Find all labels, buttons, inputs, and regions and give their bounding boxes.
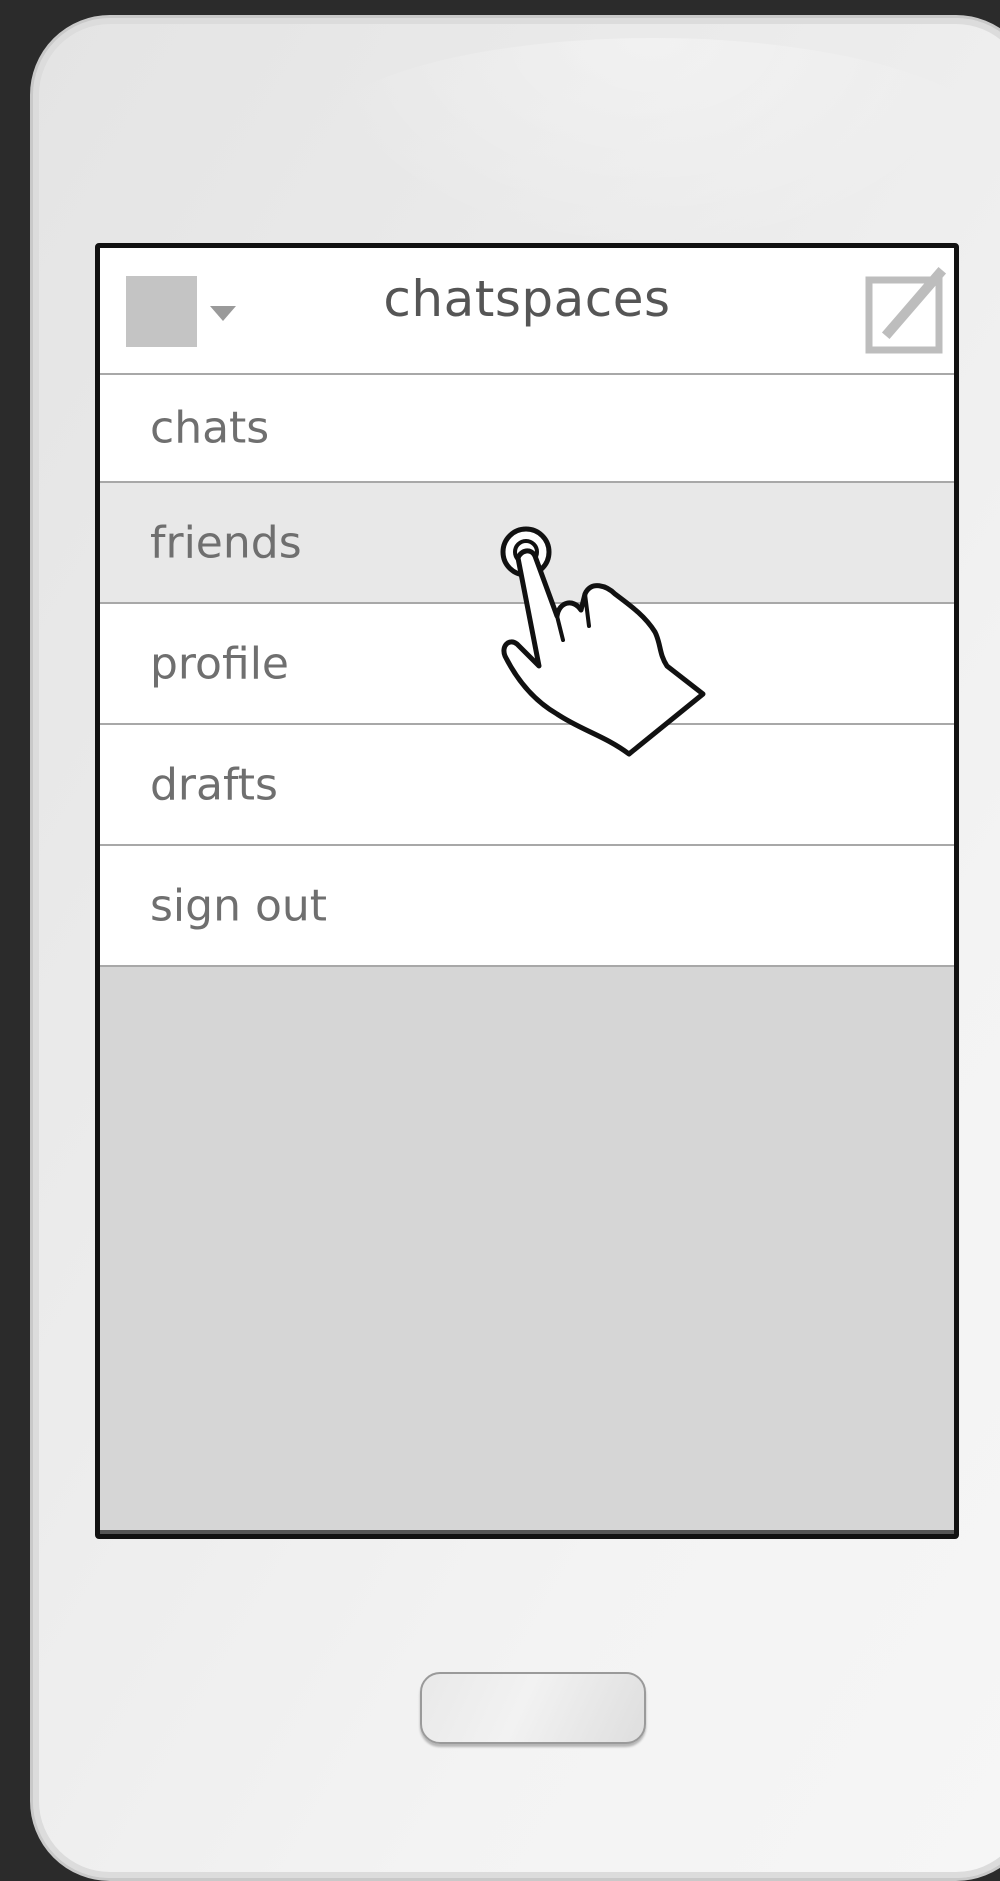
menu-item-label: sign out [150,880,328,931]
screen-bottom-edge [100,1530,954,1534]
phone-shine [303,38,1000,258]
phone-screen: chatspaces chats friends profile drafts … [95,243,959,1539]
menu-item-label: chats [150,402,270,454]
menu-item-chats[interactable]: chats [100,375,954,483]
app-title: chatspaces [383,270,671,328]
tap-hand-icon [500,526,706,757]
compose-icon[interactable] [865,266,947,356]
menu-item-label: profile [150,638,289,689]
home-button[interactable] [420,1672,646,1744]
title-bar: chatspaces [100,248,954,375]
menu-item-sign-out[interactable]: sign out [100,846,954,967]
menu-item-label: friends [150,517,302,568]
menu-item-label: drafts [150,759,278,810]
